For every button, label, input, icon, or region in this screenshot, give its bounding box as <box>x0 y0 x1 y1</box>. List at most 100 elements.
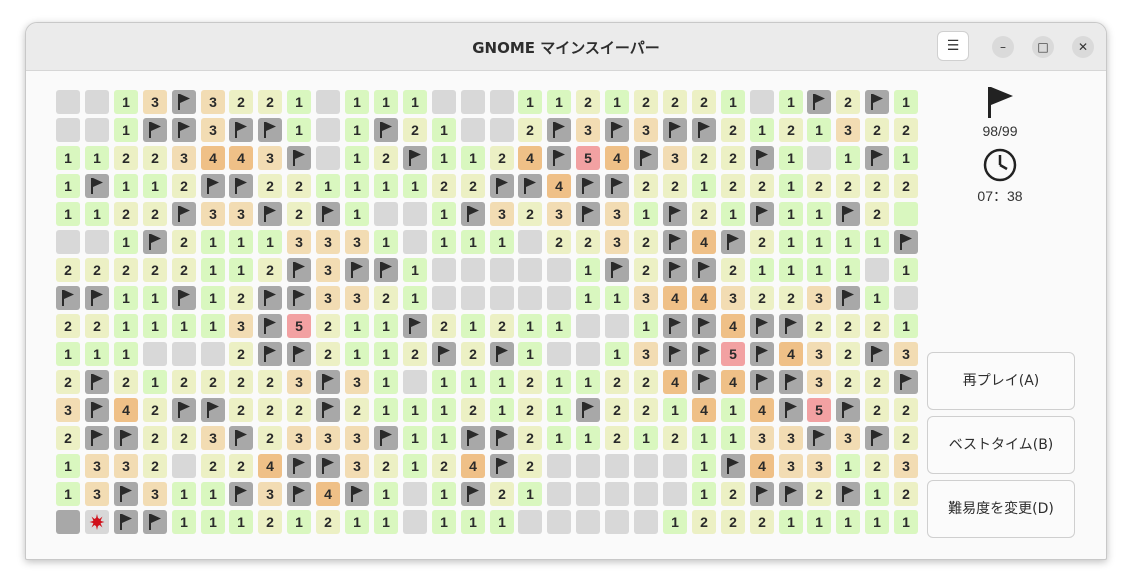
number-cell[interactable]: 1 <box>721 90 745 114</box>
number-cell[interactable]: 1 <box>836 146 860 170</box>
number-cell[interactable]: 3 <box>345 286 369 310</box>
number-cell[interactable]: 3 <box>605 202 629 226</box>
empty-cell[interactable] <box>894 202 918 226</box>
number-cell[interactable]: 4 <box>692 398 716 422</box>
number-cell[interactable]: 3 <box>807 286 831 310</box>
flagged-cell[interactable] <box>229 174 253 198</box>
flagged-cell[interactable] <box>258 342 282 366</box>
flagged-cell[interactable] <box>374 258 398 282</box>
number-cell[interactable]: 3 <box>807 370 831 394</box>
number-cell[interactable]: 2 <box>865 314 889 338</box>
number-cell[interactable]: 2 <box>403 118 427 142</box>
flagged-cell[interactable] <box>172 118 196 142</box>
number-cell[interactable]: 2 <box>258 174 282 198</box>
number-cell[interactable]: 1 <box>461 230 485 254</box>
number-cell[interactable]: 1 <box>403 90 427 114</box>
unrevealed-cell[interactable] <box>143 342 167 366</box>
flagged-cell[interactable] <box>201 174 225 198</box>
number-cell[interactable]: 2 <box>634 370 658 394</box>
number-cell[interactable]: 1 <box>490 230 514 254</box>
number-cell[interactable]: 1 <box>114 342 138 366</box>
flagged-cell[interactable] <box>750 314 774 338</box>
number-cell[interactable]: 2 <box>316 314 340 338</box>
number-cell[interactable]: 3 <box>576 118 600 142</box>
number-cell[interactable]: 1 <box>374 90 398 114</box>
flagged-cell[interactable] <box>490 174 514 198</box>
flagged-cell[interactable] <box>807 426 831 450</box>
number-cell[interactable]: 1 <box>143 314 167 338</box>
number-cell[interactable]: 2 <box>287 174 311 198</box>
number-cell[interactable]: 1 <box>201 314 225 338</box>
unrevealed-cell[interactable] <box>576 314 600 338</box>
number-cell[interactable]: 3 <box>605 230 629 254</box>
number-cell[interactable]: 1 <box>779 90 803 114</box>
number-cell[interactable]: 3 <box>56 398 80 422</box>
number-cell[interactable]: 1 <box>576 370 600 394</box>
number-cell[interactable]: 2 <box>114 146 138 170</box>
number-cell[interactable]: 3 <box>836 118 860 142</box>
number-cell[interactable]: 1 <box>807 230 831 254</box>
number-cell[interactable]: 1 <box>518 342 542 366</box>
mine-cell[interactable] <box>56 510 80 534</box>
number-cell[interactable]: 2 <box>258 370 282 394</box>
number-cell[interactable]: 3 <box>287 370 311 394</box>
number-cell[interactable]: 2 <box>518 202 542 226</box>
unrevealed-cell[interactable] <box>576 482 600 506</box>
number-cell[interactable]: 3 <box>807 454 831 478</box>
number-cell[interactable]: 2 <box>114 258 138 282</box>
number-cell[interactable]: 1 <box>576 286 600 310</box>
number-cell[interactable]: 1 <box>345 174 369 198</box>
number-cell[interactable]: 4 <box>258 454 282 478</box>
number-cell[interactable]: 1 <box>547 370 571 394</box>
number-cell[interactable]: 2 <box>894 118 918 142</box>
number-cell[interactable]: 3 <box>779 454 803 478</box>
number-cell[interactable]: 2 <box>461 174 485 198</box>
number-cell[interactable]: 2 <box>258 510 282 534</box>
number-cell[interactable]: 1 <box>692 454 716 478</box>
number-cell[interactable]: 2 <box>605 370 629 394</box>
number-cell[interactable]: 3 <box>287 426 311 450</box>
unrevealed-cell[interactable] <box>403 370 427 394</box>
number-cell[interactable]: 3 <box>345 230 369 254</box>
number-cell[interactable]: 3 <box>258 146 282 170</box>
unrevealed-cell[interactable] <box>374 202 398 226</box>
number-cell[interactable]: 2 <box>779 118 803 142</box>
number-cell[interactable]: 3 <box>316 286 340 310</box>
unrevealed-cell[interactable] <box>85 230 109 254</box>
number-cell[interactable]: 2 <box>143 398 167 422</box>
flagged-cell[interactable] <box>143 118 167 142</box>
number-cell[interactable]: 2 <box>605 426 629 450</box>
number-cell[interactable]: 1 <box>114 314 138 338</box>
close-button[interactable]: ✕ <box>1072 36 1094 58</box>
unrevealed-cell[interactable] <box>894 286 918 310</box>
best-times-button[interactable]: ベストタイム(B) <box>927 416 1075 474</box>
flagged-cell[interactable] <box>605 258 629 282</box>
number-cell[interactable]: 2 <box>201 454 225 478</box>
number-cell[interactable]: 1 <box>143 370 167 394</box>
number-cell[interactable]: 1 <box>403 398 427 422</box>
number-cell[interactable]: 2 <box>518 454 542 478</box>
number-cell[interactable]: 2 <box>836 342 860 366</box>
number-cell[interactable]: 1 <box>345 90 369 114</box>
flagged-cell[interactable] <box>287 146 311 170</box>
number-cell[interactable]: 2 <box>779 286 803 310</box>
flagged-cell[interactable] <box>114 426 138 450</box>
number-cell[interactable]: 2 <box>316 510 340 534</box>
number-cell[interactable]: 1 <box>201 258 225 282</box>
number-cell[interactable]: 5 <box>576 146 600 170</box>
unrevealed-cell[interactable] <box>605 314 629 338</box>
number-cell[interactable]: 2 <box>85 258 109 282</box>
number-cell[interactable]: 2 <box>229 398 253 422</box>
number-cell[interactable]: 1 <box>894 510 918 534</box>
number-cell[interactable]: 3 <box>836 426 860 450</box>
number-cell[interactable]: 1 <box>114 286 138 310</box>
number-cell[interactable]: 1 <box>345 146 369 170</box>
number-cell[interactable]: 1 <box>403 258 427 282</box>
number-cell[interactable]: 1 <box>374 370 398 394</box>
flagged-cell[interactable] <box>316 398 340 422</box>
flagged-cell[interactable] <box>779 370 803 394</box>
flagged-cell[interactable] <box>172 398 196 422</box>
flagged-cell[interactable] <box>374 426 398 450</box>
number-cell[interactable]: 1 <box>56 202 80 226</box>
flagged-cell[interactable] <box>345 258 369 282</box>
